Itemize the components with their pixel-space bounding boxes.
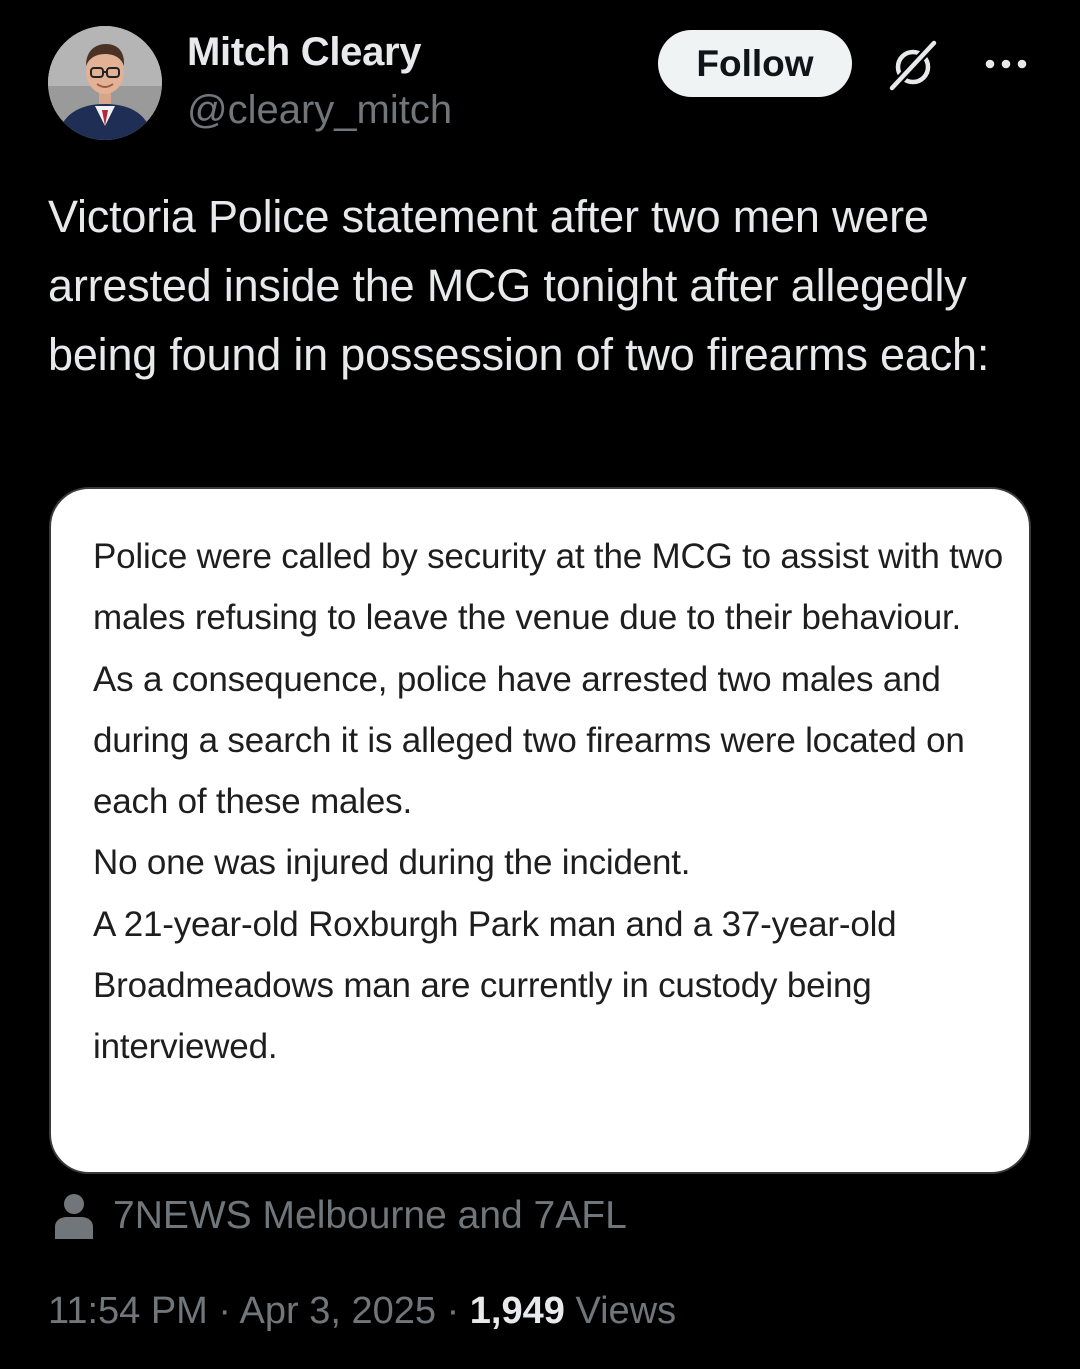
author-handle[interactable]: @cleary_mitch xyxy=(187,88,452,133)
meta-separator: · xyxy=(446,1290,460,1332)
media-image-card[interactable]: Police were called by security at the MC… xyxy=(49,487,1031,1174)
statement-paragraph: Police were called by security at the MC… xyxy=(93,537,1004,638)
statement-paragraph: No one was injured during the incident. xyxy=(93,843,691,883)
tweet-date[interactable]: Apr 3, 2025 xyxy=(240,1290,436,1332)
tweet-meta: 11:54 PM · Apr 3, 2025 · 1,949 Views xyxy=(48,1290,676,1333)
tweet-text: Victoria Police statement after two men … xyxy=(48,191,990,380)
tweet-time[interactable]: 11:54 PM xyxy=(48,1290,208,1332)
police-statement: Police were called by security at the MC… xyxy=(93,526,1013,1078)
views-label: Views xyxy=(575,1290,677,1332)
avatar-image xyxy=(48,26,162,140)
statement-paragraph: A 21-year-old Roxburgh Park man and a 37… xyxy=(93,904,897,1067)
follow-button[interactable]: Follow xyxy=(658,30,852,97)
tweet-header: Mitch Cleary @cleary_mitch Follow xyxy=(0,0,1080,160)
grok-icon[interactable] xyxy=(886,38,940,92)
meta-separator: · xyxy=(218,1290,232,1332)
tagged-users[interactable]: 7NEWS Melbourne and 7AFL xyxy=(52,1188,627,1244)
more-icon[interactable] xyxy=(984,54,1028,74)
avatar[interactable] xyxy=(48,26,162,140)
author-name[interactable]: Mitch Cleary xyxy=(187,30,422,75)
views-count[interactable]: 1,949 xyxy=(470,1290,565,1332)
person-icon xyxy=(55,1194,93,1239)
tagged-users-label: 7NEWS Melbourne and 7AFL xyxy=(113,1194,627,1237)
statement-paragraph: As a consequence, police have arrested t… xyxy=(93,659,965,822)
